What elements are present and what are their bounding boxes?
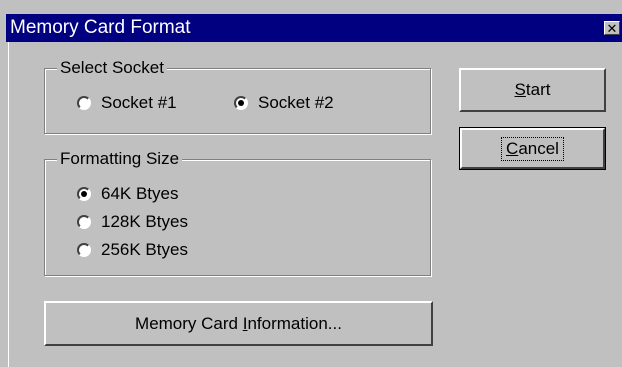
size-64k-label: 64K Btyes: [101, 184, 179, 203]
socket-1-label: Socket #1: [101, 93, 177, 112]
formatting-size-legend: Formatting Size: [57, 149, 183, 169]
size-256k-radio[interactable]: 256K Btyes: [77, 240, 188, 260]
radio-unchecked-icon: [77, 96, 91, 110]
memory-card-information-button[interactable]: Memory Card Information...: [44, 301, 433, 346]
cancel-button[interactable]: Cancel: [459, 127, 606, 170]
select-socket-legend: Select Socket: [57, 58, 167, 78]
memory-card-information-label: Memory Card Information...: [135, 313, 342, 333]
start-button[interactable]: Start: [459, 68, 606, 112]
socket-2-label: Socket #2: [258, 93, 334, 112]
socket-2-radio[interactable]: Socket #2: [234, 93, 334, 113]
radio-checked-icon: [77, 187, 91, 201]
select-socket-group: Select Socket Socket #1 Socket #2: [44, 58, 431, 134]
size-256k-label: 256K Btyes: [101, 240, 188, 259]
size-64k-radio[interactable]: 64K Btyes: [77, 184, 179, 204]
formatting-size-group: Formatting Size 64K Btyes 128K Btyes 256…: [44, 149, 431, 276]
size-128k-radio[interactable]: 128K Btyes: [77, 212, 188, 232]
window-title: Memory Card Format: [10, 17, 191, 38]
cancel-button-label: Cancel: [501, 136, 564, 161]
memory-card-format-dialog: Memory Card Format ✕ Select Socket Socke…: [0, 0, 622, 367]
radio-unchecked-icon: [77, 215, 91, 229]
start-button-label: Start: [514, 80, 551, 99]
close-icon[interactable]: ✕: [604, 21, 620, 36]
socket-1-radio[interactable]: Socket #1: [77, 93, 177, 113]
radio-unchecked-icon: [77, 243, 91, 257]
size-128k-label: 128K Btyes: [101, 212, 188, 231]
radio-checked-icon: [234, 96, 248, 110]
dialog-body: Select Socket Socket #1 Socket #2 Format…: [8, 42, 622, 367]
title-bar[interactable]: Memory Card Format ✕: [6, 14, 622, 42]
